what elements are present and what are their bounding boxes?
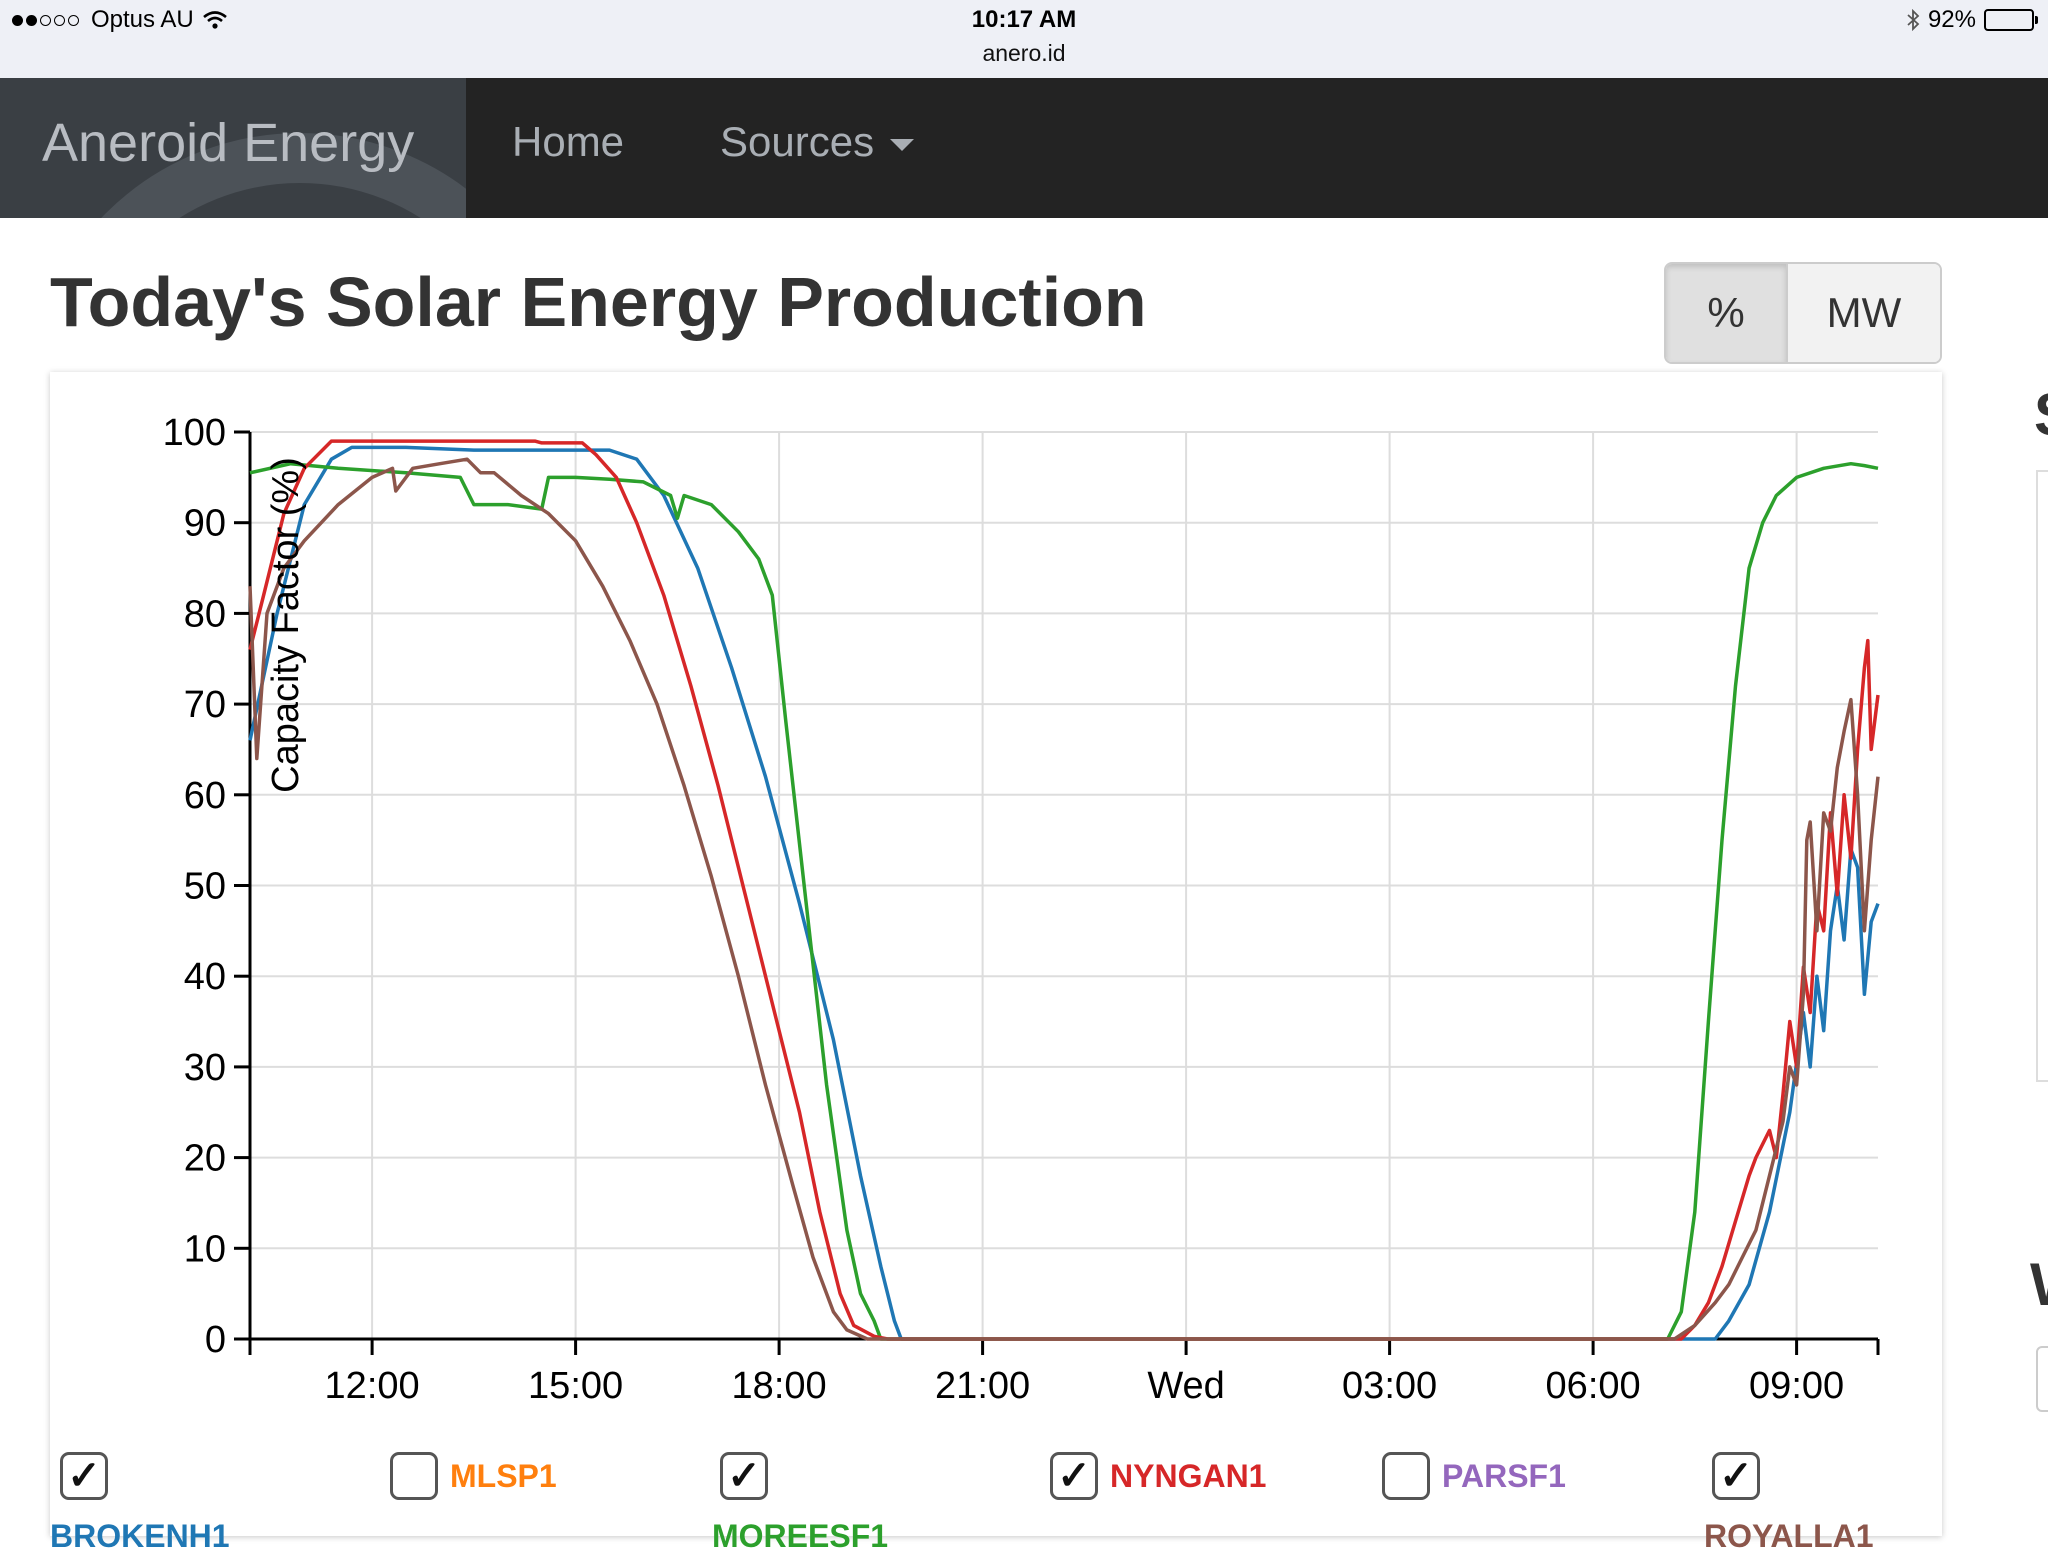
brand-logo[interactable]: Aneroid Energy — [0, 78, 466, 218]
legend-item-nyngan1[interactable]: NYNGAN1 — [1050, 1452, 1266, 1500]
address-bar-url[interactable]: anero.id — [0, 40, 2048, 67]
legend-label-nyngan1: NYNGAN1 — [1110, 1457, 1267, 1494]
legend-label-mlsp1: MLSP1 — [450, 1457, 557, 1494]
capacity-factor-chart: 0 10 20 30 40 50 60 70 80 90 100 12:00 15:00 18:00 21:… — [163, 412, 1880, 1402]
legend-item-royalla1[interactable] — [1712, 1452, 1760, 1500]
series-line-nyngan1 — [248, 439, 1880, 1341]
clock: 10:17 AM — [971, 6, 1077, 33]
y-tick-label: 70 — [184, 684, 226, 726]
battery-icon — [1984, 9, 2038, 31]
y-tick-label: 30 — [184, 1047, 226, 1089]
side-heading-2-partial: W — [2030, 1250, 2048, 1319]
x-tick-label: 12:00 — [325, 1365, 420, 1402]
side-input-partial[interactable] — [2036, 1346, 2048, 1412]
legend-checkbox[interactable] — [1712, 1452, 1760, 1500]
y-axis-label: Capacity Factor (%) — [265, 457, 307, 793]
series-line-moreesf1 — [249, 461, 1879, 1341]
y-tick-label: 10 — [184, 1228, 226, 1270]
side-chart-partial — [2036, 470, 2048, 1082]
status-right: 92% — [1906, 6, 2038, 34]
legend-checkbox[interactable] — [1050, 1452, 1098, 1500]
legend-checkbox[interactable] — [60, 1452, 108, 1500]
chart-panel: 0 10 20 30 40 50 60 70 80 90 100 12:00 15:00 18:00 21:… — [50, 372, 1942, 1554]
y-tick-label: 60 — [184, 775, 226, 817]
x-tick-label: 18:00 — [732, 1365, 827, 1402]
battery-percent: 92% — [1927, 6, 1976, 33]
y-tick-label: 100 — [163, 412, 226, 454]
status-bar: Optus AU 10:17 AM anero.id 92% — [0, 0, 2048, 78]
nav-home-link[interactable]: Home — [512, 118, 624, 166]
x-tick-label: 06:00 — [1546, 1365, 1641, 1402]
legend-item-brokenh1[interactable] — [60, 1452, 108, 1500]
x-tick-label: 15:00 — [528, 1365, 623, 1402]
x-tick-label: 21:00 — [935, 1365, 1030, 1402]
x-tick-label: 03:00 — [1342, 1365, 1437, 1402]
nav-sources-dropdown[interactable]: Sources — [720, 118, 915, 166]
percent-toggle-button[interactable]: % — [1666, 264, 1788, 362]
legend-item-mlsp1[interactable]: MLSP1 — [390, 1452, 557, 1500]
y-tick-label: 0 — [205, 1319, 226, 1361]
y-tick-label: 50 — [184, 866, 226, 908]
legend-item-moreesf1[interactable] — [720, 1452, 768, 1500]
legend-label-parsf1: PARSF1 — [1442, 1457, 1566, 1494]
y-tick-label: 20 — [184, 1138, 226, 1180]
legend-item-parsf1[interactable]: PARSF1 — [1382, 1452, 1566, 1500]
legend-label-moreesf1: MOREESF1 — [712, 1518, 889, 1554]
legend-checkbox[interactable] — [1382, 1452, 1430, 1500]
x-tick-label: 09:00 — [1749, 1365, 1844, 1402]
page-title: Today's Solar Energy Production — [50, 263, 1147, 341]
series-line-royalla1 — [248, 457, 1880, 1341]
legend-checkbox[interactable] — [390, 1452, 438, 1500]
y-tick-label: 80 — [184, 593, 226, 635]
brand-name: Aneroid Energy — [42, 113, 415, 173]
series-line-brokenh1 — [248, 445, 1880, 1341]
mw-toggle-button[interactable]: MW — [1788, 264, 1940, 362]
legend-checkbox[interactable] — [720, 1452, 768, 1500]
legend-label-brokenh1: BROKENH1 — [50, 1518, 230, 1554]
x-tick-label: Wed — [1147, 1365, 1224, 1402]
y-tick-label: 90 — [184, 503, 226, 545]
side-heading-partial: S — [2034, 380, 2048, 449]
units-toggle: % MW — [1664, 262, 1942, 364]
y-tick-label: 40 — [184, 956, 226, 998]
legend-label-royalla1: ROYALLA1 — [1704, 1518, 1874, 1554]
top-navbar: Aneroid Energy Home Sources — [0, 78, 2048, 218]
nav-sources-label: Sources — [720, 118, 875, 165]
caret-down-icon — [890, 138, 915, 151]
bluetooth-icon — [1907, 9, 1920, 31]
